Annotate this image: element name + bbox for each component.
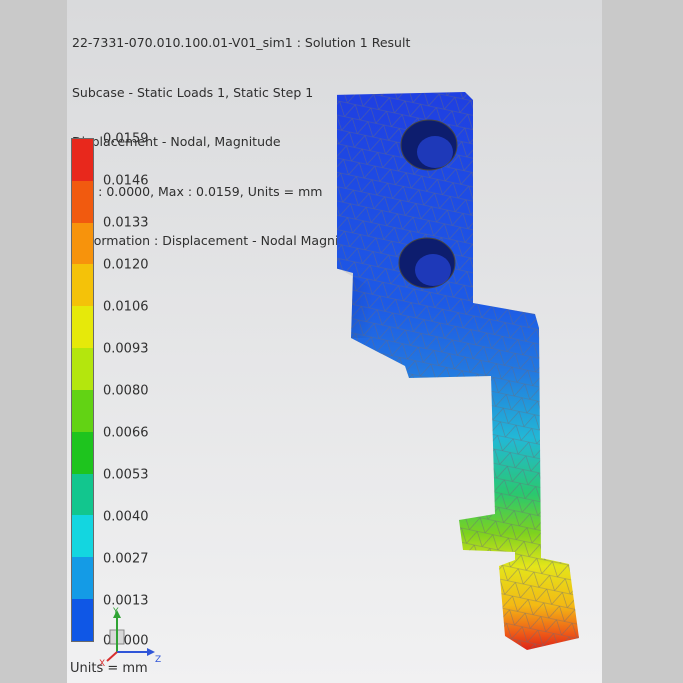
y-axis-label: Y <box>112 607 119 617</box>
upper-hole-inner <box>417 136 453 168</box>
z-arrow-icon <box>147 648 155 656</box>
units-label: Units = mm <box>70 661 148 676</box>
legend-label: 0.0027 <box>103 551 149 567</box>
legend-label: 0.0080 <box>103 383 149 399</box>
part-mesh <box>337 92 579 650</box>
legend-band <box>72 557 93 600</box>
legend-label: 0.0133 <box>103 215 149 231</box>
legend-band <box>72 389 93 432</box>
legend-band <box>72 264 93 307</box>
legend-band <box>72 222 93 265</box>
coordinate-triad: Y Z X <box>99 607 161 668</box>
legend-band <box>72 139 93 181</box>
legend-band <box>72 306 93 349</box>
legend-label: 0.0159 <box>103 131 149 147</box>
fem-part-model[interactable] <box>337 88 587 658</box>
legend-band <box>72 431 93 474</box>
z-axis-label: Z <box>155 655 161 665</box>
legend-band <box>72 180 93 223</box>
legend-label: 0.0093 <box>103 341 149 357</box>
legend-band <box>72 515 93 558</box>
lower-hole-inner <box>415 254 451 286</box>
legend-label: 0.0053 <box>103 467 149 483</box>
legend-band <box>72 599 93 641</box>
x-axis-icon <box>106 651 118 662</box>
color-legend-bar <box>71 138 94 642</box>
legend-band <box>72 348 93 390</box>
legend-label: 0.0120 <box>103 257 149 273</box>
legend-band <box>72 473 93 516</box>
legend-label: 0.0066 <box>103 425 149 441</box>
results-viewport[interactable]: 22-7331-070.010.100.01-V01_sim1 : Soluti… <box>67 0 602 683</box>
legend-label: 0.0146 <box>103 173 149 189</box>
result-title-line: 22-7331-070.010.100.01-V01_sim1 : Soluti… <box>72 35 411 50</box>
legend-label: 0.0040 <box>103 509 149 525</box>
legend-label: 0.0106 <box>103 299 149 315</box>
